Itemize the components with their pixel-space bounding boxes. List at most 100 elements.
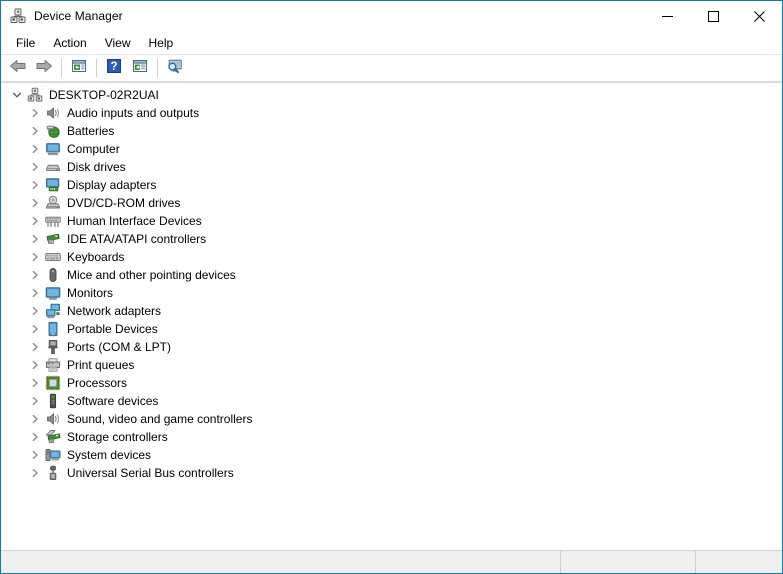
maximize-button[interactable] [690, 1, 736, 31]
chevron-right-icon[interactable] [27, 465, 43, 481]
tree-item-storage-controllers[interactable]: Storage controllers [1, 428, 782, 446]
tree-item-computer[interactable]: Computer [1, 140, 782, 158]
portable-device-icon [45, 321, 61, 337]
menu-bar: File Action View Help [1, 32, 782, 55]
scan-hardware-changes-icon [166, 58, 184, 79]
tree-root-label: DESKTOP-02R2UAI [49, 88, 159, 102]
computer-root-icon [27, 87, 43, 103]
chevron-right-icon[interactable] [27, 249, 43, 265]
tree-item-ports-com-and-lpt[interactable]: Ports (COM & LPT) [1, 338, 782, 356]
chevron-right-icon[interactable] [27, 159, 43, 175]
tree-root-node[interactable]: DESKTOP-02R2UAI [1, 86, 782, 104]
chevron-right-icon[interactable] [27, 393, 43, 409]
chevron-right-icon[interactable] [27, 213, 43, 229]
toolbar-separator [61, 59, 62, 77]
chevron-right-icon[interactable] [27, 447, 43, 463]
menu-item-help[interactable]: Help [140, 33, 183, 54]
window-title: Device Manager [34, 9, 123, 23]
chevron-right-icon[interactable] [27, 429, 43, 445]
tree-item-label: Mice and other pointing devices [67, 268, 236, 282]
storage-controller-icon [45, 429, 61, 445]
tree-item-software-devices[interactable]: Software devices [1, 392, 782, 410]
tree-item-universal-serial-bus-controllers[interactable]: Universal Serial Bus controllers [1, 464, 782, 482]
network-adapter-icon [45, 303, 61, 319]
tree-item-label: Human Interface Devices [67, 214, 202, 228]
chevron-right-icon[interactable] [27, 123, 43, 139]
tree-item-ide-ata-atapi-controllers[interactable]: IDE ATA/ATAPI controllers [1, 230, 782, 248]
tree-item-label: Monitors [67, 286, 114, 300]
properties-icon [71, 58, 87, 79]
tree-item-keyboards[interactable]: Keyboards [1, 248, 782, 266]
monitor-icon [45, 285, 61, 301]
chevron-down-icon[interactable] [9, 87, 25, 103]
help-question-icon: ? [106, 58, 122, 79]
status-pane-secondary [561, 551, 696, 573]
title-bar: Device Manager [1, 1, 782, 32]
tree-item-label: Computer [67, 142, 120, 156]
battery-icon [45, 123, 61, 139]
tree-item-label: Ports (COM & LPT) [67, 340, 172, 354]
processor-icon [45, 375, 61, 391]
display-adapter-icon [45, 177, 61, 193]
chevron-right-icon[interactable] [27, 303, 43, 319]
computer-icon [45, 141, 61, 157]
update-driver-icon [132, 58, 148, 79]
tree-item-batteries[interactable]: Batteries [1, 122, 782, 140]
toolbar-separator [157, 59, 158, 77]
chevron-right-icon[interactable] [27, 285, 43, 301]
tree-item-label: Keyboards [67, 250, 125, 264]
chevron-right-icon[interactable] [27, 231, 43, 247]
tree-item-label: System devices [67, 448, 152, 462]
tree-item-audio-inputs-and-outputs[interactable]: Audio inputs and outputs [1, 104, 782, 122]
tree-item-sound-video-and-game-controllers[interactable]: Sound, video and game controllers [1, 410, 782, 428]
tree-item-mice-and-other-pointing-devices[interactable]: Mice and other pointing devices [1, 266, 782, 284]
menu-item-action[interactable]: Action [44, 33, 95, 54]
tree-item-human-interface-devices[interactable]: Human Interface Devices [1, 212, 782, 230]
menu-item-view[interactable]: View [96, 33, 140, 54]
forward-button[interactable] [31, 56, 57, 80]
window-controls [644, 1, 782, 31]
software-device-icon [45, 393, 61, 409]
keyboard-icon [45, 249, 61, 265]
toolbar: ? [1, 55, 782, 82]
tree-item-display-adapters[interactable]: Display adapters [1, 176, 782, 194]
tree-item-network-adapters[interactable]: Network adapters [1, 302, 782, 320]
back-button[interactable] [5, 56, 31, 80]
chevron-right-icon[interactable] [27, 375, 43, 391]
device-tree-panel[interactable]: DESKTOP-02R2UAI Audio inputs and outputs [1, 82, 782, 550]
chevron-right-icon[interactable] [27, 177, 43, 193]
chevron-right-icon[interactable] [27, 105, 43, 121]
tree-item-monitors[interactable]: Monitors [1, 284, 782, 302]
tree-item-label: Portable Devices [67, 322, 158, 336]
tree-item-label: Print queues [67, 358, 135, 372]
chevron-right-icon[interactable] [27, 141, 43, 157]
update-driver-button[interactable] [127, 56, 153, 80]
tree-item-portable-devices[interactable]: Portable Devices [1, 320, 782, 338]
scan-hardware-button[interactable] [162, 56, 188, 80]
tree-item-processors[interactable]: Processors [1, 374, 782, 392]
close-button[interactable] [736, 1, 782, 31]
minimize-button[interactable] [644, 1, 690, 31]
chevron-right-icon[interactable] [27, 411, 43, 427]
chevron-right-icon[interactable] [27, 357, 43, 373]
tree-item-label: Sound, video and game controllers [67, 412, 253, 426]
chevron-right-icon[interactable] [27, 339, 43, 355]
chevron-right-icon[interactable] [27, 195, 43, 211]
help-button[interactable]: ? [101, 56, 127, 80]
chevron-right-icon[interactable] [27, 321, 43, 337]
tree-item-system-devices[interactable]: System devices [1, 446, 782, 464]
chevron-right-icon[interactable] [27, 267, 43, 283]
tree-item-print-queues[interactable]: Print queues [1, 356, 782, 374]
status-bar [1, 550, 782, 573]
menu-item-file[interactable]: File [7, 33, 44, 54]
tree-item-dvd-cd-rom-drives[interactable]: DVD/CD-ROM drives [1, 194, 782, 212]
sound-controller-icon [45, 411, 61, 427]
disk-drive-icon [45, 159, 61, 175]
mouse-icon [45, 267, 61, 283]
toolbar-separator [96, 59, 97, 77]
tree-item-label: Universal Serial Bus controllers [67, 466, 234, 480]
properties-button[interactable] [66, 56, 92, 80]
forward-arrow-icon [35, 58, 53, 79]
tree-item-disk-drives[interactable]: Disk drives [1, 158, 782, 176]
tree-item-label: Software devices [67, 394, 159, 408]
